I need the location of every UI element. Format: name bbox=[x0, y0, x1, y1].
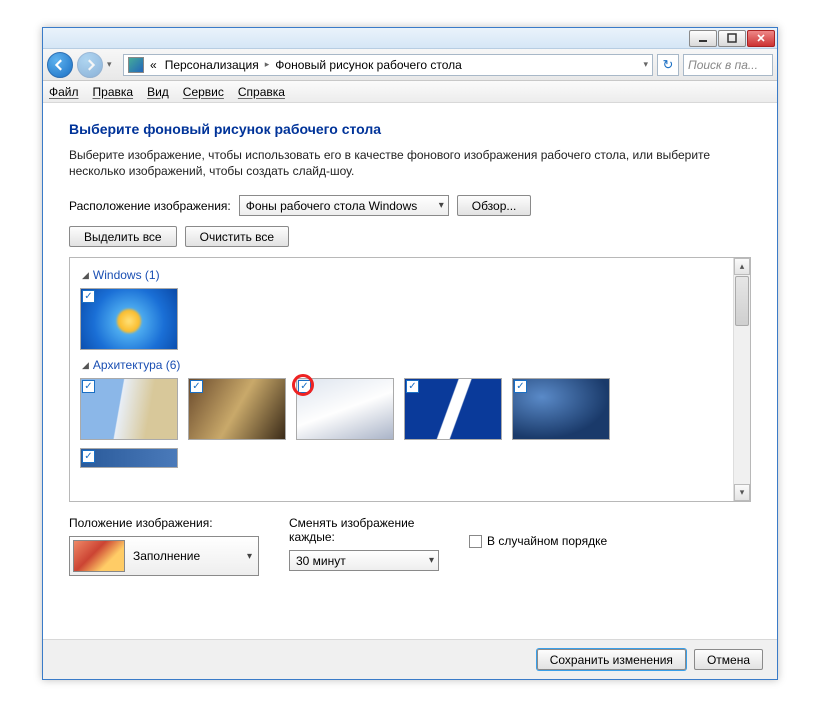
page-title: Выберите фоновый рисунок рабочего стола bbox=[69, 121, 751, 137]
nav-bar: ▾ « Персонализация ▸ Фоновый рисунок раб… bbox=[43, 49, 777, 81]
thumbnail-checkbox[interactable]: ✓ bbox=[514, 380, 527, 393]
position-value: Заполнение bbox=[133, 549, 200, 563]
address-bar[interactable]: « Персонализация ▸ Фоновый рисунок рабоч… bbox=[123, 54, 653, 76]
location-label: Расположение изображения: bbox=[69, 199, 231, 213]
position-combo[interactable]: Заполнение bbox=[69, 536, 259, 576]
thumbnail-checkbox[interactable]: ✓ bbox=[82, 290, 95, 303]
browse-button[interactable]: Обзор... bbox=[457, 195, 532, 216]
position-label: Положение изображения: bbox=[69, 516, 259, 530]
save-button[interactable]: Сохранить изменения bbox=[537, 649, 686, 670]
breadcrumb-drop-icon[interactable]: ▾ bbox=[643, 59, 648, 70]
breadcrumb-sep-icon: ▸ bbox=[265, 59, 270, 70]
location-icon bbox=[128, 57, 144, 73]
close-button[interactable] bbox=[747, 30, 775, 47]
scroll-thumb[interactable] bbox=[735, 276, 749, 326]
wallpaper-thumbnail[interactable]: ✓ bbox=[404, 378, 502, 440]
wallpaper-gallery: ◢ Windows (1) ✓ ◢ Архитектура (6) ✓ ✓ ✓ ✓ ✓ ✓ ▴ … bbox=[69, 257, 751, 502]
wallpaper-thumbnail[interactable]: ✓ bbox=[512, 378, 610, 440]
group-header[interactable]: ◢ Архитектура (6) bbox=[82, 358, 728, 372]
shuffle-checkbox[interactable] bbox=[469, 535, 482, 548]
content-area: Выберите фоновый рисунок рабочего стола … bbox=[43, 103, 777, 576]
maximize-button[interactable] bbox=[718, 30, 746, 47]
desktop-background-window: ▾ « Персонализация ▸ Фоновый рисунок раб… bbox=[42, 27, 778, 680]
gallery-scrollbar[interactable]: ▴ ▾ bbox=[733, 258, 750, 501]
minimize-button[interactable] bbox=[689, 30, 717, 47]
history-dropdown[interactable]: ▾ bbox=[107, 59, 119, 70]
change-interval-combo[interactable]: 30 минут bbox=[289, 550, 439, 571]
refresh-button[interactable]: ↻ bbox=[657, 54, 679, 76]
position-preview-icon bbox=[73, 540, 125, 572]
breadcrumb-parent[interactable]: Персонализация bbox=[163, 58, 261, 72]
menu-help[interactable]: Справка bbox=[238, 85, 285, 99]
page-description: Выберите изображение, чтобы использовать… bbox=[69, 147, 751, 179]
forward-button[interactable] bbox=[77, 52, 103, 78]
menu-edit[interactable]: Правка bbox=[93, 85, 134, 99]
menu-view[interactable]: Вид bbox=[147, 85, 169, 99]
wallpaper-thumbnail[interactable]: ✓ bbox=[296, 378, 394, 440]
titlebar bbox=[43, 28, 777, 49]
thumbnail-checkbox[interactable]: ✓ bbox=[82, 450, 95, 463]
change-interval-label: Сменять изображение каждые: bbox=[289, 516, 439, 544]
wallpaper-thumbnail[interactable]: ✓ bbox=[80, 448, 178, 468]
clear-all-button[interactable]: Очистить все bbox=[185, 226, 289, 247]
cancel-button[interactable]: Отмена bbox=[694, 649, 763, 670]
scroll-up-icon[interactable]: ▴ bbox=[734, 258, 750, 275]
wallpaper-thumbnail[interactable]: ✓ bbox=[188, 378, 286, 440]
group-header[interactable]: ◢ Windows (1) bbox=[82, 268, 728, 282]
wallpaper-thumbnail[interactable]: ✓ bbox=[80, 378, 178, 440]
wallpaper-thumbnail[interactable]: ✓ bbox=[80, 288, 178, 350]
shuffle-label[interactable]: В случайном порядке bbox=[487, 534, 607, 548]
scroll-down-icon[interactable]: ▾ bbox=[734, 484, 750, 501]
menu-bar: Файл Правка Вид Сервис Справка bbox=[43, 81, 777, 103]
thumbnail-checkbox[interactable]: ✓ bbox=[82, 380, 95, 393]
back-button[interactable] bbox=[47, 52, 73, 78]
breadcrumb-current[interactable]: Фоновый рисунок рабочего стола bbox=[273, 58, 464, 72]
dialog-footer: Сохранить изменения Отмена bbox=[43, 639, 777, 679]
search-input[interactable]: Поиск в па... bbox=[683, 54, 773, 76]
menu-tools[interactable]: Сервис bbox=[183, 85, 224, 99]
menu-file[interactable]: Файл bbox=[49, 85, 79, 99]
thumbnail-checkbox[interactable]: ✓ bbox=[190, 380, 203, 393]
location-combo[interactable]: Фоны рабочего стола Windows bbox=[239, 195, 449, 216]
thumbnail-checkbox[interactable]: ✓ bbox=[406, 380, 419, 393]
select-all-button[interactable]: Выделить все bbox=[69, 226, 177, 247]
breadcrumb-prefix: « bbox=[148, 58, 159, 72]
